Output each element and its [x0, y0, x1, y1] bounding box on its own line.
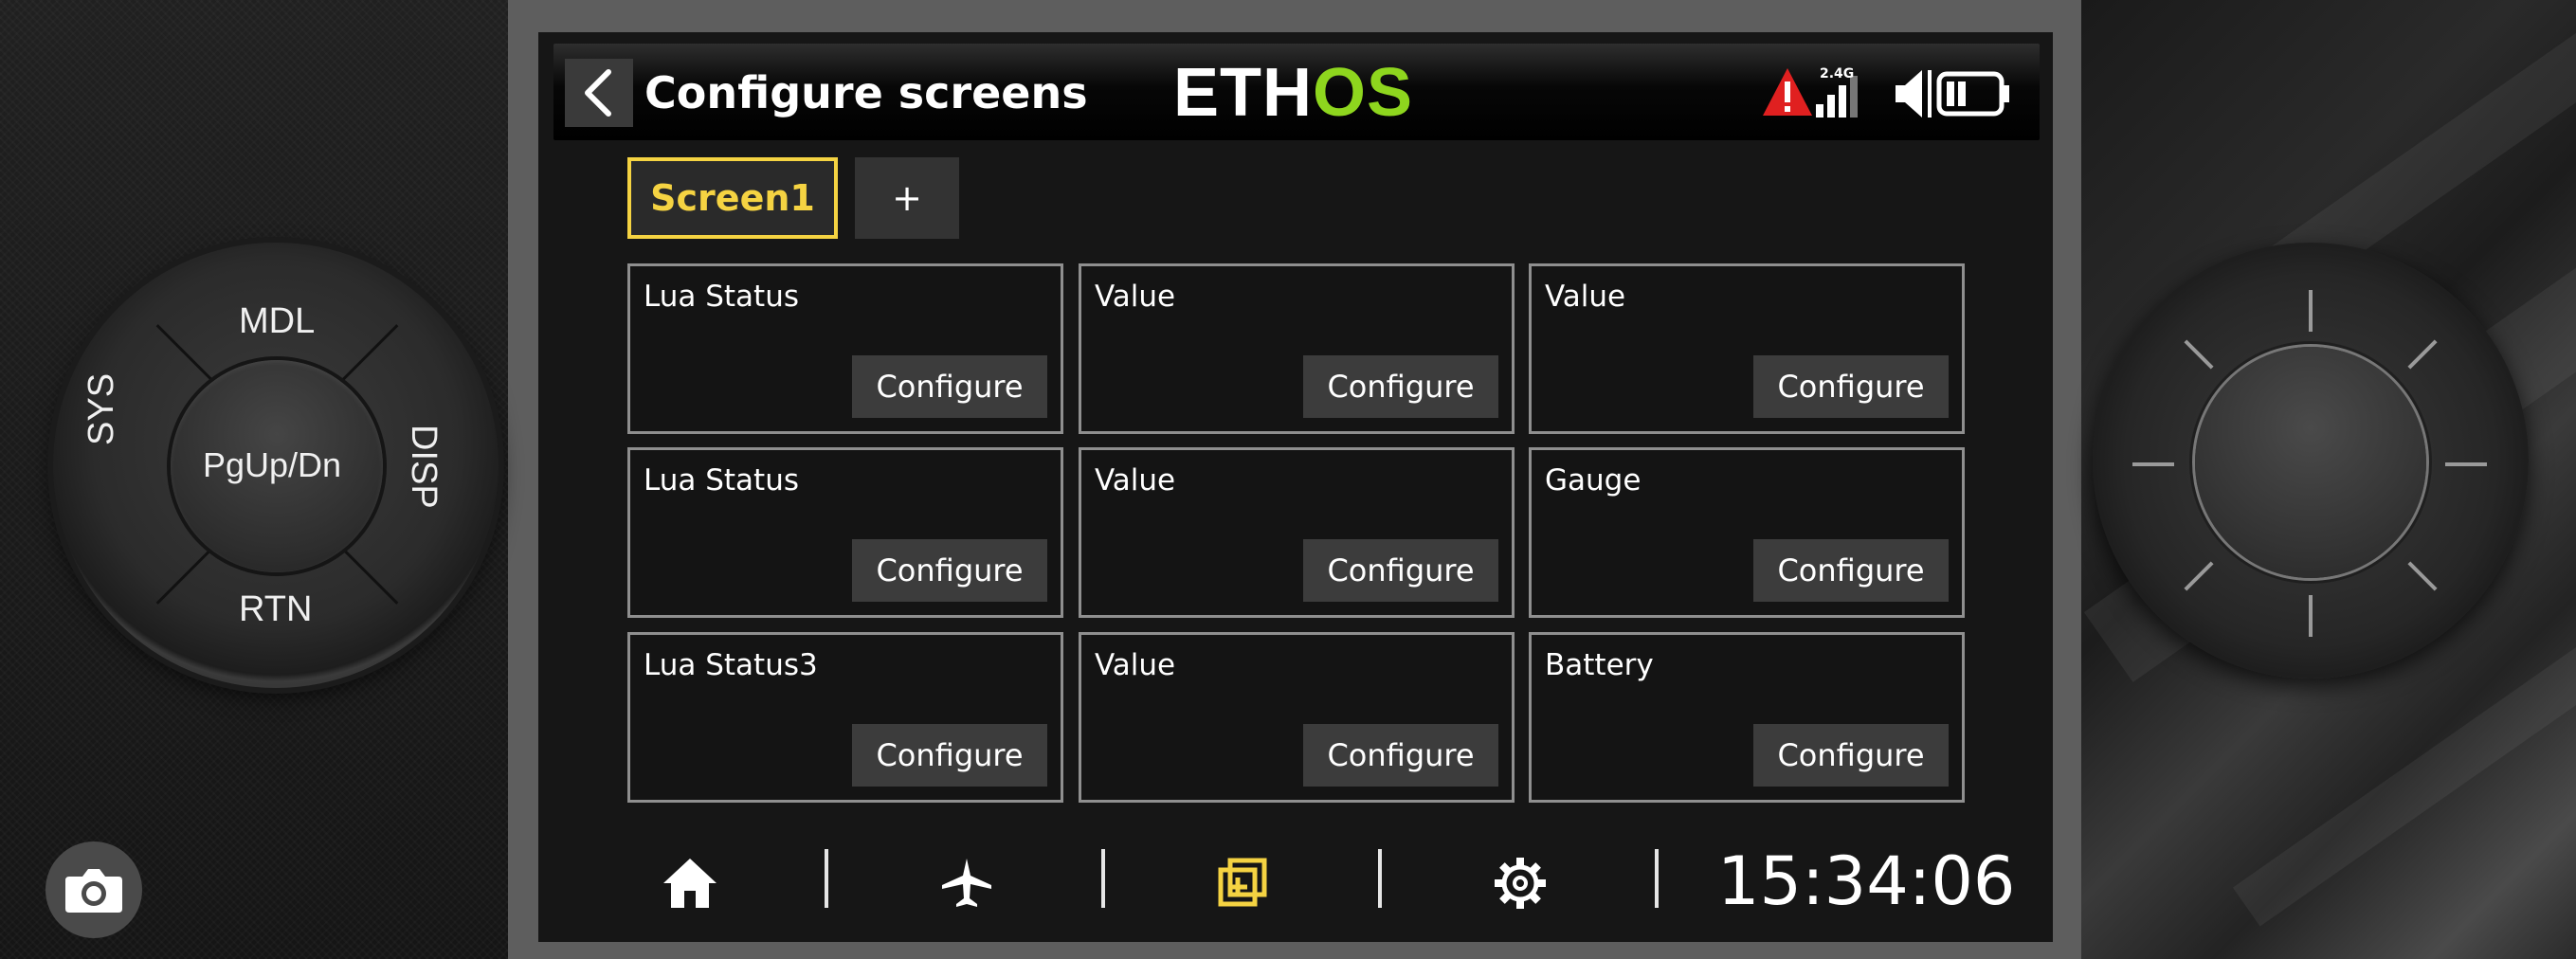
- clock: 15:34:06: [1717, 842, 2016, 920]
- widget-cell[interactable]: Lua Status Configure: [627, 447, 1063, 618]
- tab-screen1[interactable]: Screen1: [627, 157, 838, 239]
- nav-separator: [1101, 849, 1105, 908]
- widget-label: Value: [1545, 280, 1626, 314]
- widget-cell[interactable]: Value Configure: [1079, 263, 1515, 434]
- configure-button[interactable]: Configure: [852, 355, 1047, 418]
- nav-model[interactable]: [929, 845, 1005, 921]
- disp-button[interactable]: DISP: [403, 425, 444, 509]
- nav-separator: [1655, 849, 1659, 908]
- widget-label: Lua Status3: [644, 648, 818, 682]
- widget-cell[interactable]: Lua Status3 Configure: [627, 632, 1063, 803]
- widget-cell[interactable]: Value Configure: [1529, 263, 1965, 434]
- widget-cell[interactable]: Gauge Configure: [1529, 447, 1965, 618]
- widget-label: Battery: [1545, 648, 1654, 682]
- nav-home[interactable]: [652, 845, 728, 921]
- signal-bars-icon: [1816, 76, 1858, 118]
- widget-cell[interactable]: Value Configure: [1079, 447, 1515, 618]
- rtn-button[interactable]: RTN: [239, 589, 312, 630]
- encoder-tick: [2132, 462, 2174, 466]
- back-button[interactable]: [565, 59, 633, 127]
- widget-cell[interactable]: Lua Status Configure: [627, 263, 1063, 434]
- airplane-icon: [942, 859, 991, 907]
- configure-button[interactable]: Configure: [852, 539, 1047, 602]
- home-icon: [663, 859, 717, 908]
- configure-button[interactable]: Configure: [852, 724, 1047, 787]
- gear-icon: [1495, 858, 1546, 909]
- widget-label: Lua Status: [644, 280, 800, 314]
- widget-label: Lua Status: [644, 463, 800, 498]
- camera-icon: [65, 869, 122, 913]
- sys-button[interactable]: SYS: [82, 373, 122, 445]
- widget-label: Gauge: [1545, 463, 1642, 498]
- logo-main: ETH: [1173, 55, 1313, 131]
- speaker-icon: [1896, 70, 1932, 118]
- add-screen-button[interactable]: +: [855, 157, 959, 239]
- logo-accent: OS: [1313, 55, 1414, 131]
- nav-settings[interactable]: [1482, 845, 1558, 921]
- encoder-tick: [2309, 290, 2313, 332]
- widget-label: Value: [1095, 648, 1176, 682]
- screenshot-button[interactable]: [45, 841, 142, 938]
- warning-icon[interactable]: [1763, 68, 1812, 116]
- configure-button[interactable]: Configure: [1303, 724, 1498, 787]
- configure-button[interactable]: Configure: [1303, 539, 1498, 602]
- battery-icon: [1936, 71, 2009, 117]
- encoder-tick: [2445, 462, 2487, 466]
- status-icons: 2.4G: [1761, 63, 2017, 123]
- widget-cell[interactable]: Value Configure: [1079, 632, 1515, 803]
- screens-icon: [1218, 858, 1267, 907]
- rf-band-label: 2.4G: [1820, 66, 1854, 81]
- configure-button[interactable]: Configure: [1303, 355, 1498, 418]
- configure-button[interactable]: Configure: [1753, 724, 1949, 787]
- ethos-logo: ETHOS: [1173, 55, 1413, 131]
- widget-label: Value: [1095, 463, 1176, 498]
- nav-separator: [825, 849, 828, 908]
- nav-separator: [1378, 849, 1382, 908]
- encoder-tick: [2309, 595, 2313, 637]
- rotary-encoder-knob[interactable]: [2195, 347, 2426, 578]
- nav-screens[interactable]: [1206, 845, 1281, 921]
- mdl-button[interactable]: MDL: [239, 301, 315, 342]
- widget-cell[interactable]: Battery Configure: [1529, 632, 1965, 803]
- widget-label: Value: [1095, 280, 1176, 314]
- chevron-left-icon: [585, 69, 611, 117]
- configure-button[interactable]: Configure: [1753, 539, 1949, 602]
- configure-button[interactable]: Configure: [1753, 355, 1949, 418]
- page-title: Configure screens: [644, 67, 1088, 118]
- pgup-pgdn-label: PgUp/Dn: [203, 445, 342, 484]
